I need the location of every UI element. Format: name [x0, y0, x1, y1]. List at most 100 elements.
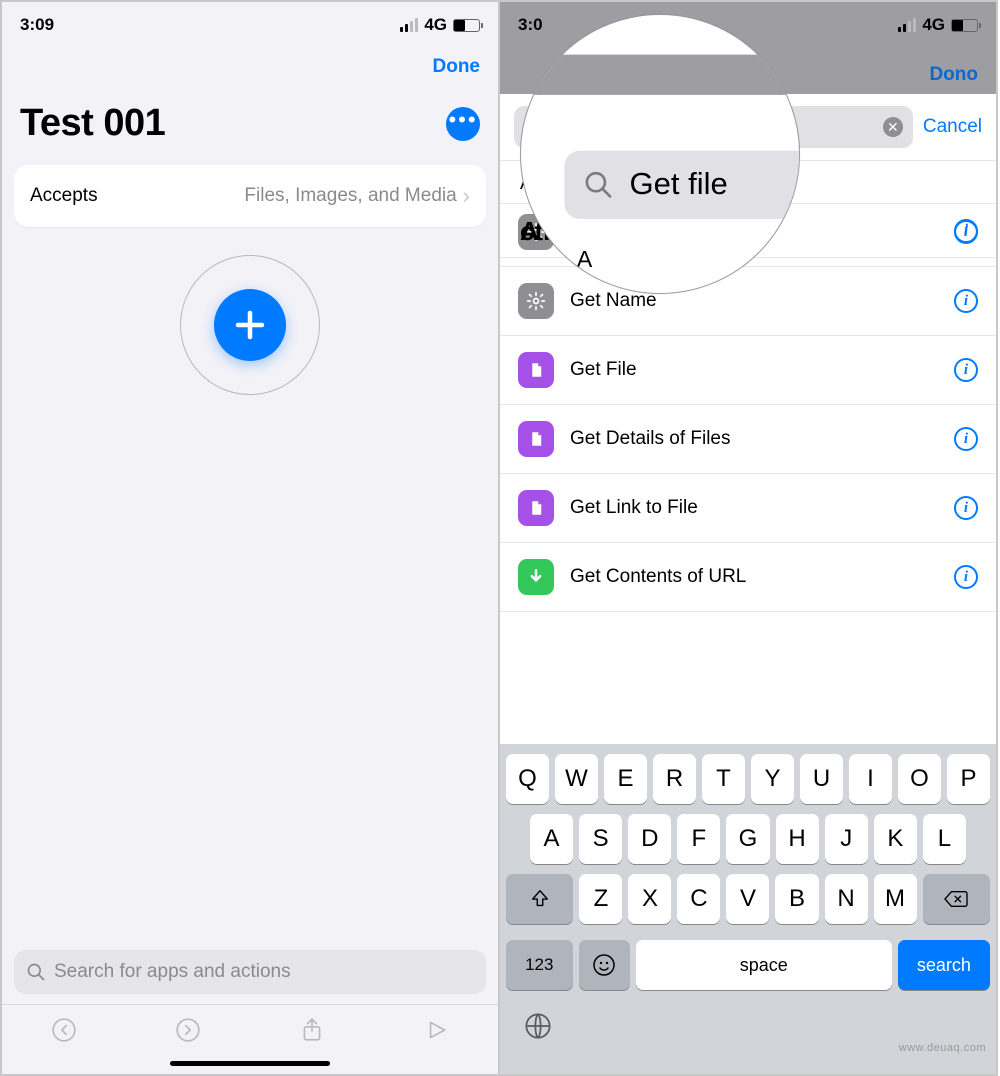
space-key[interactable]: space: [636, 940, 892, 990]
action-label: Get File: [570, 359, 938, 381]
key-a[interactable]: A: [530, 814, 573, 864]
accepts-label: Accepts: [30, 185, 98, 207]
play-button[interactable]: [423, 1017, 449, 1046]
backspace-icon: [943, 888, 969, 910]
info-button[interactable]: i: [954, 358, 978, 382]
network-label: 4G: [424, 15, 447, 35]
clock: 3:09: [20, 15, 54, 35]
shift-icon: [529, 888, 551, 910]
key-n[interactable]: N: [825, 874, 868, 924]
emoji-icon: [592, 953, 616, 977]
action-label: Get Name: [570, 290, 938, 312]
right-screenshot: 3:0 4G Dono ✕ Cancel A: [498, 0, 998, 1076]
info-button[interactable]: i: [954, 219, 978, 243]
search-input[interactable]: Search for apps and actions: [14, 950, 486, 994]
info-button[interactable]: i: [954, 289, 978, 313]
battery-icon: [453, 19, 480, 32]
clear-search-button[interactable]: ✕: [883, 117, 903, 137]
cancel-button[interactable]: Cancel: [923, 116, 982, 138]
shift-key[interactable]: [506, 874, 573, 924]
home-indicator: [170, 1061, 330, 1066]
key-c[interactable]: C: [677, 874, 720, 924]
key-k[interactable]: K: [874, 814, 917, 864]
key-w[interactable]: W: [555, 754, 598, 804]
backspace-key[interactable]: [923, 874, 990, 924]
emoji-key[interactable]: [579, 940, 630, 990]
lens-search-value: Get file: [630, 167, 728, 203]
title-row: Test 001 •••: [2, 86, 498, 165]
key-p[interactable]: P: [947, 754, 990, 804]
action-row[interactable]: Get Link to File i: [500, 474, 996, 543]
redo-icon: [175, 1017, 201, 1043]
keyboard: QWERTYUIOP ASDFGHJKL ZXCVBNM 123 space s…: [500, 744, 996, 1074]
document-icon: [518, 490, 554, 526]
search-icon: [583, 169, 614, 200]
key-l[interactable]: L: [923, 814, 966, 864]
add-action-highlight: [180, 255, 320, 395]
left-screenshot: 3:09 4G Done Test 001 ••• Accepts Files,…: [0, 0, 500, 1076]
info-button[interactable]: i: [954, 427, 978, 451]
status-right: 4G: [400, 15, 480, 35]
key-b[interactable]: B: [775, 874, 818, 924]
nav-bar: Done: [2, 48, 498, 86]
signal-icon: [898, 18, 916, 32]
key-e[interactable]: E: [604, 754, 647, 804]
document-icon: [518, 352, 554, 388]
key-j[interactable]: J: [825, 814, 868, 864]
action-row[interactable]: Get Contents of URL i: [500, 543, 996, 612]
shortcut-title: Test 001: [20, 102, 165, 145]
network-label: 4G: [922, 15, 945, 35]
done-button[interactable]: Done: [433, 56, 481, 78]
action-row[interactable]: Get File i: [500, 336, 996, 405]
play-icon: [423, 1017, 449, 1043]
action-label: Get Contents of URL: [570, 566, 938, 588]
share-button[interactable]: [299, 1017, 325, 1046]
globe-icon[interactable]: [524, 1012, 552, 1040]
search-placeholder: Search for apps and actions: [54, 961, 291, 983]
undo-button[interactable]: [51, 1017, 77, 1046]
search-icon: [26, 962, 46, 982]
key-d[interactable]: D: [628, 814, 671, 864]
document-icon: [518, 421, 554, 457]
action-row[interactable]: Get Details of Files i: [500, 405, 996, 474]
key-z[interactable]: Z: [579, 874, 622, 924]
redo-button[interactable]: [175, 1017, 201, 1046]
key-x[interactable]: X: [628, 874, 671, 924]
info-button[interactable]: i: [954, 496, 978, 520]
action-label: Get Details of Files: [570, 428, 938, 450]
numbers-key[interactable]: 123: [506, 940, 573, 990]
key-u[interactable]: U: [800, 754, 843, 804]
watermark: www.deuaq.com: [899, 1042, 986, 1054]
share-icon: [299, 1017, 325, 1043]
more-button[interactable]: •••: [446, 107, 480, 141]
status-bar: 3:09 4G: [2, 2, 498, 48]
undo-icon: [51, 1017, 77, 1043]
search-key[interactable]: search: [898, 940, 990, 990]
chevron-right-icon: ›: [463, 183, 470, 209]
info-button[interactable]: i: [954, 565, 978, 589]
plus-icon: [232, 307, 268, 343]
battery-icon: [951, 19, 978, 32]
download-icon: [518, 559, 554, 595]
action-label: Get Link to File: [570, 497, 938, 519]
key-r[interactable]: R: [653, 754, 696, 804]
close-icon: ✕: [887, 120, 899, 134]
key-o[interactable]: O: [898, 754, 941, 804]
signal-icon: [400, 18, 418, 32]
key-m[interactable]: M: [874, 874, 917, 924]
key-s[interactable]: S: [579, 814, 622, 864]
accepts-value: Files, Images, and Media: [244, 185, 456, 207]
accepts-row[interactable]: Accepts Files, Images, and Media ›: [14, 165, 486, 227]
key-y[interactable]: Y: [751, 754, 794, 804]
key-i[interactable]: I: [849, 754, 892, 804]
clock: 3:0: [518, 15, 543, 35]
key-h[interactable]: H: [776, 814, 819, 864]
dimmed-done-label: Dono: [929, 64, 978, 86]
key-f[interactable]: F: [677, 814, 720, 864]
key-q[interactable]: Q: [506, 754, 549, 804]
key-t[interactable]: T: [702, 754, 745, 804]
add-action-button[interactable]: [214, 289, 286, 361]
magnifier-lens: Get file A ctions: [520, 14, 800, 294]
key-g[interactable]: G: [726, 814, 769, 864]
key-v[interactable]: V: [726, 874, 769, 924]
